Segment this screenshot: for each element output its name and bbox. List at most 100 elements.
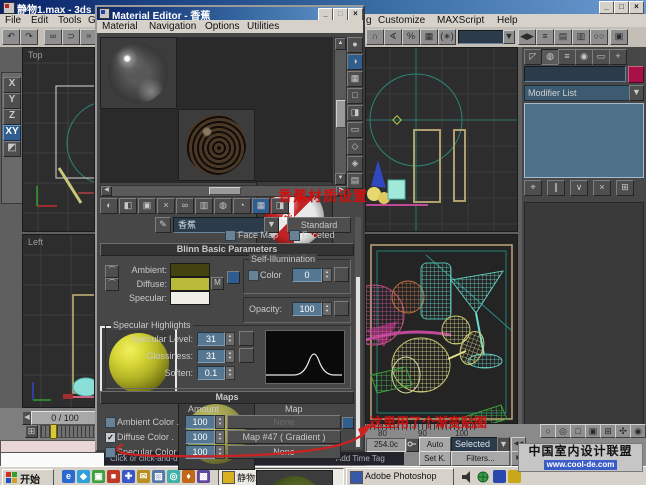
sample-slot-1[interactable]: [100, 37, 177, 109]
specular-color-spinner[interactable]: ▲▼: [215, 445, 225, 459]
undo-icon[interactable]: ↶: [2, 29, 20, 45]
put-material-icon[interactable]: ◧: [119, 198, 137, 214]
specular-level-map-button[interactable]: [239, 331, 254, 346]
object-color-swatch[interactable]: [628, 66, 644, 83]
lock-diffuse-specular-icon[interactable]: ⌒: [105, 278, 119, 291]
quicklaunch-icon-9[interactable]: ♦: [182, 470, 195, 483]
configure-modifier-sets-icon[interactable]: ⊞: [616, 180, 634, 196]
quicklaunch-icon-4[interactable]: ■: [107, 470, 120, 483]
params-scroll-thumb[interactable]: [356, 277, 360, 447]
viewport-divider-right[interactable]: [365, 232, 518, 234]
make-unique-material-icon[interactable]: ∞: [176, 198, 194, 214]
diffuse-color-spinner[interactable]: ▲▼: [215, 430, 225, 444]
arc-rotate-icon[interactable]: ◉: [630, 424, 646, 438]
quicklaunch-icon-7[interactable]: ▨: [152, 470, 165, 483]
material-id-icon[interactable]: ◍: [214, 198, 232, 214]
menu-file[interactable]: File: [5, 15, 21, 26]
material-editor-titlebar[interactable]: Material Editor - 香蕉 _ □ ×: [97, 7, 363, 20]
backlight-icon[interactable]: ◑: [347, 54, 363, 70]
redo-icon[interactable]: ↷: [20, 29, 38, 45]
network-tray-icon[interactable]: [477, 471, 489, 483]
zoom-extents-icon[interactable]: □: [570, 424, 586, 438]
time-slider-handle[interactable]: [50, 424, 57, 439]
me-menu-utilities[interactable]: Utilities: [247, 21, 279, 32]
face-map-checkbox[interactable]: [225, 230, 236, 241]
show-end-result-icon[interactable]: ∥: [547, 180, 565, 196]
viewport-divider-left[interactable]: [22, 232, 95, 234]
time-slider[interactable]: 0 / 100: [31, 411, 99, 425]
me-menu-options[interactable]: Options: [205, 21, 239, 32]
object-name-field[interactable]: [524, 66, 626, 82]
slots-hscroll-thumb[interactable]: [209, 187, 241, 195]
curve-editor-icon[interactable]: ▥: [572, 29, 590, 45]
opacity-map-button[interactable]: [334, 301, 349, 316]
specular-color-map-button[interactable]: None: [227, 445, 341, 459]
tab-create-icon[interactable]: ◸: [524, 49, 542, 65]
axis-xy-button[interactable]: XY: [3, 125, 21, 141]
params-scrollbar[interactable]: [355, 217, 361, 449]
quicklaunch-icon-2[interactable]: ◆: [77, 470, 90, 483]
ambient-color-checkbox[interactable]: [105, 417, 116, 428]
percent-snap-icon[interactable]: %: [402, 29, 420, 45]
menu-customize[interactable]: Customize: [378, 15, 425, 26]
task-button-photoshop[interactable]: Adobe Photoshop: [346, 468, 454, 485]
put-to-library-icon[interactable]: ▥: [195, 198, 213, 214]
select-by-material-icon[interactable]: ◈: [347, 156, 363, 172]
material-options-icon[interactable]: ◇: [347, 139, 363, 155]
quicklaunch-icon-6[interactable]: ✉: [137, 470, 150, 483]
sample-uv-tiling-icon[interactable]: □: [347, 88, 363, 104]
specular-level-spinner[interactable]: ▲▼: [225, 332, 235, 346]
key-mode-icon[interactable]: [406, 438, 419, 452]
quicklaunch-icon-10[interactable]: ▩: [197, 470, 210, 483]
tab-modify-icon[interactable]: ◍: [541, 49, 559, 65]
menu-tools[interactable]: Tools: [58, 15, 81, 26]
zoom-all-icon[interactable]: ◎: [555, 424, 571, 438]
maps-lock-icon[interactable]: [342, 417, 354, 429]
menu-help[interactable]: Help: [497, 15, 518, 26]
quicklaunch-icon-5[interactable]: ✚: [122, 470, 135, 483]
snap-toggle-icon[interactable]: ∩: [366, 29, 384, 45]
region-zoom-icon[interactable]: ⊞: [600, 424, 616, 438]
render-icon[interactable]: ▣: [610, 29, 628, 45]
opacity-value[interactable]: 100: [292, 302, 322, 316]
menu-rendering-partial[interactable]: g: [366, 15, 372, 26]
sample-slot-6[interactable]: [256, 470, 333, 485]
modifier-list-dropdown[interactable]: Modifier List: [524, 85, 633, 101]
selected-arrow-icon[interactable]: ▼: [497, 437, 510, 452]
slots-vertical-scrollbar[interactable]: ▲ ▼: [334, 37, 347, 185]
get-material-icon[interactable]: ◐: [100, 198, 118, 214]
background-icon[interactable]: ▦: [347, 71, 363, 87]
soften-spinner[interactable]: ▲▼: [225, 366, 235, 380]
viewport-top[interactable]: Top: [22, 47, 95, 232]
coordinate-z-field[interactable]: 254.0c: [366, 438, 406, 452]
video-color-check-icon[interactable]: ◨: [347, 105, 363, 121]
self-illumination-map-button[interactable]: [334, 267, 349, 282]
menu-edit[interactable]: Edit: [31, 15, 48, 26]
glossiness-spinner[interactable]: ▲▼: [225, 349, 235, 363]
make-preview-icon[interactable]: ▭: [347, 122, 363, 138]
self-illumination-value[interactable]: 0: [292, 268, 322, 282]
maps-rollout[interactable]: Maps: [100, 391, 354, 404]
specular-color-checkbox[interactable]: [105, 447, 116, 458]
self-illumination-color-checkbox[interactable]: [248, 270, 259, 281]
angle-snap-icon[interactable]: ∢: [384, 29, 402, 45]
tab-hierarchy-icon[interactable]: ≡: [558, 49, 576, 65]
restore-button[interactable]: □: [614, 1, 629, 14]
lock-ambient-diffuse-icon[interactable]: ⌒: [105, 265, 119, 278]
pan-icon[interactable]: ✣: [615, 424, 631, 438]
tab-utilities-icon[interactable]: +: [609, 49, 627, 65]
diffuse-color-checkbox[interactable]: ✓: [105, 432, 116, 443]
assign-to-selection-icon[interactable]: ▣: [138, 198, 156, 214]
slots-scroll-left-icon[interactable]: ◀: [101, 186, 112, 196]
named-selection-dropdown[interactable]: [458, 30, 504, 44]
specular-level-value[interactable]: 31: [197, 332, 225, 346]
add-time-tag[interactable]: Add Time Tag: [336, 454, 385, 463]
me-menu-material[interactable]: Material: [102, 21, 138, 32]
opacity-spinner[interactable]: ▲▼: [322, 302, 332, 316]
set-key-button[interactable]: Set K.: [419, 451, 451, 466]
viewport-left[interactable]: Left: [22, 234, 95, 408]
close-button[interactable]: ×: [629, 1, 644, 14]
named-selection-arrow-icon[interactable]: ▼: [503, 30, 515, 44]
quicklaunch-icon-8[interactable]: ◎: [167, 470, 180, 483]
slots-scroll-thumb[interactable]: [336, 100, 346, 128]
